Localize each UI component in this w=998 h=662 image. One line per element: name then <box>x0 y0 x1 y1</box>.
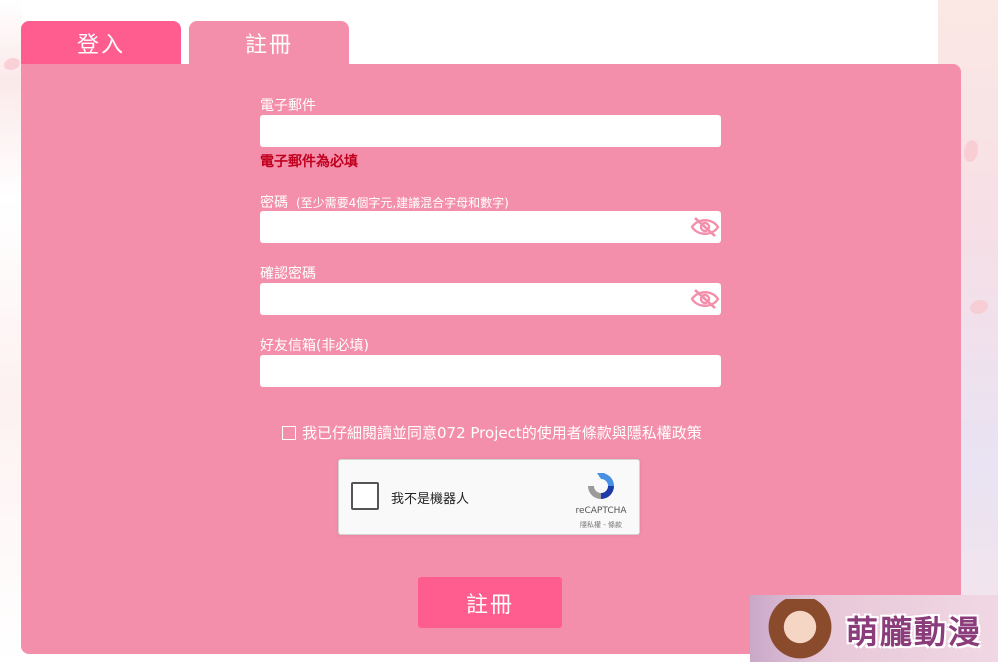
eye-slash-icon[interactable] <box>689 216 721 238</box>
password-label: 密碼 (至少需要4個字元,建議混合字母和數字) <box>260 192 509 212</box>
terms-checkbox[interactable] <box>282 425 296 440</box>
friend-email-label: 好友信箱(非必填) <box>260 338 369 354</box>
tab-register-label: 註冊 <box>244 33 293 58</box>
watermark-text: 萌朧動漫 <box>846 613 983 651</box>
tab-login[interactable]: 登入 <box>21 21 181 65</box>
email-label: 電子郵件 <box>260 98 316 114</box>
recaptcha-checkbox[interactable] <box>351 482 379 510</box>
tab-register[interactable]: 註冊 <box>189 21 349 65</box>
tab-login-label: 登入 <box>76 33 125 58</box>
terms-agreement[interactable]: 我已仔細閱讀並同意072 Project的使用者條款與隱私權政策 <box>282 422 702 443</box>
password-hint: (至少需要4個字元,建議混合字母和數字) <box>296 196 509 210</box>
site-watermark-logo: 萌朧動漫 <box>750 595 998 662</box>
password-field[interactable] <box>260 211 721 243</box>
recaptcha-logo-icon <box>585 470 617 502</box>
register-panel: 電子郵件 電子郵件為必填 密碼 (至少需要4個字元,建議混合字母和數字) 確認密碼… <box>21 64 961 654</box>
email-error-message: 電子郵件為必填 <box>260 154 358 170</box>
recaptcha-privacy-terms-links[interactable]: 隱私權 - 條款 <box>571 520 631 530</box>
eye-slash-icon[interactable] <box>689 288 721 310</box>
password-label-text: 密碼 <box>260 195 288 211</box>
friend-email-field[interactable] <box>260 355 721 387</box>
terms-label: 我已仔細閱讀並同意072 Project的使用者條款與隱私權政策 <box>302 424 702 442</box>
register-submit-button[interactable]: 註冊 <box>418 577 562 628</box>
background-art-left <box>0 0 22 662</box>
mascot-image <box>762 599 838 662</box>
confirm-password-field[interactable] <box>260 283 721 315</box>
recaptcha-label: 我不是機器人 <box>391 492 470 507</box>
recaptcha-widget: 我不是機器人 reCAPTCHA 隱私權 - 條款 <box>338 459 640 535</box>
email-field[interactable] <box>260 115 721 147</box>
confirm-password-label: 確認密碼 <box>260 266 316 282</box>
recaptcha-brand: reCAPTCHA <box>575 506 627 516</box>
